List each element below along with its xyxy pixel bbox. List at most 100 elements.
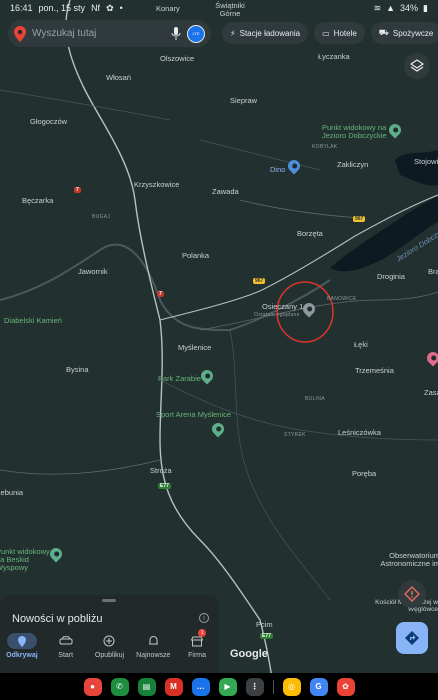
nfc-icon: Nf — [91, 2, 101, 13]
chip-label: Spożywcze — [392, 28, 434, 38]
tab-label: Opublikuj — [94, 652, 125, 659]
place-bulina: BULINA — [305, 396, 325, 402]
tab-explore[interactable]: Odkrywaj — [0, 633, 44, 659]
sheet-title: Nowości w pobliżu — [12, 613, 103, 625]
road-shield: 967 — [253, 278, 266, 284]
place-banowice: BANOWICE — [327, 296, 357, 302]
tab-label: Firma — [188, 652, 207, 659]
place-punkt-widokowy-jezioro[interactable]: Punkt widokowy na Jezioro Dobczyckie — [322, 124, 392, 140]
battery-icon: ▮ — [423, 2, 428, 13]
place-droginia: Droginia — [377, 272, 405, 281]
avatar-text: LTE — [192, 31, 200, 36]
app-drawer-icon[interactable]: ⋮ — [245, 677, 264, 696]
directions-icon — [405, 631, 419, 645]
road-shield: 7 — [157, 291, 164, 297]
chip-label: Hotele — [333, 28, 357, 38]
place-punkt-widokowy-beskid[interactable]: Punkt widokowy na Beskid Wyspowy — [0, 548, 54, 572]
place-osieczany[interactable]: Osieczany 1 — [262, 302, 303, 311]
place-glogoczow: Głogoczów — [30, 117, 68, 126]
place-braz: Braz — [428, 267, 438, 276]
place-styrek: STYREK — [284, 432, 306, 438]
chip-groceries[interactable]: ⛟ Spożywcze — [370, 22, 438, 44]
tab-start[interactable]: Start — [44, 633, 88, 659]
tab-label: Start — [58, 652, 74, 659]
category-chips: ⚡ Stacje ładowania ▭ Hotele ⛟ Spożywcze — [222, 22, 438, 44]
signal-icon: ▲ — [386, 3, 396, 13]
chip-charging-stations[interactable]: ⚡ Stacje ładowania — [222, 22, 309, 44]
place-beczarka: Bęczarka — [22, 196, 54, 205]
place-pcim: Pcim — [256, 620, 273, 629]
ev-charger-icon: ⚡ — [230, 28, 236, 38]
photos-app-icon[interactable]: ✿ — [336, 677, 355, 696]
info-icon[interactable]: i — [199, 613, 209, 623]
bed-icon: ▭ — [322, 28, 330, 38]
messages-app-icon[interactable]: … — [191, 677, 210, 696]
place-lyczanka: Łyczanka — [318, 52, 350, 61]
microphone-icon[interactable] — [171, 26, 181, 41]
road-shield: E77 — [260, 633, 273, 639]
road-shield: 7 — [74, 187, 81, 193]
place-sport-arena[interactable]: Sport Arena Myślenice — [156, 410, 231, 419]
gmail-app-icon[interactable]: M — [164, 677, 183, 696]
status-bar: 16:41 pon., 15 sty Nf ✿ • ≋ ▲ 34% ▮ — [0, 0, 438, 16]
place-bugaj: BUGAJ — [92, 214, 111, 220]
place-diabelski-kamien[interactable]: Diabelski Kamień — [4, 316, 62, 325]
gear-icon: ✿ — [106, 2, 114, 13]
chrome-app-icon[interactable]: ◎ — [282, 677, 301, 696]
bell-icon — [138, 633, 168, 649]
report-incident-button[interactable] — [398, 580, 426, 608]
tab-business[interactable]: 1 Firma — [175, 629, 219, 659]
contacts-app-icon[interactable]: ● — [83, 677, 102, 696]
place-zawada: Zawada — [212, 187, 239, 196]
wifi-icon: ≋ — [373, 2, 382, 13]
layers-button[interactable] — [404, 53, 430, 79]
car-icon — [51, 633, 81, 649]
chip-hotels[interactable]: ▭ Hotele — [314, 22, 365, 44]
road-shield: E77 — [158, 483, 171, 489]
recently-viewed-label: Ostatnio oglądane — [254, 312, 300, 318]
place-olszowice: Olszowice — [160, 54, 195, 63]
tab-publish[interactable]: Opublikuj — [88, 633, 132, 659]
place-zasar: Zasar — [424, 388, 438, 397]
place-park-zarabie[interactable]: Park Zarabie — [158, 374, 201, 383]
place-stroza: Stróża — [150, 466, 172, 475]
place-bysina: Bysina — [66, 365, 89, 374]
tab-latest[interactable]: Najnowsze — [131, 633, 175, 659]
bottom-tabs: Odkrywaj Start Opublikuj Najnowsze 1 Fir… — [0, 629, 219, 659]
place-jawornik: Jawornik — [78, 267, 108, 276]
place-lesniczowka: Leśniczówka — [338, 428, 381, 437]
place-stojowi: Stojowi — [414, 157, 438, 166]
play-app-icon[interactable]: ▶ — [218, 677, 237, 696]
avatar[interactable]: LTE — [187, 24, 205, 43]
explore-sheet[interactable]: Nowości w pobliżu i Odkrywaj Start Opubl… — [0, 595, 219, 673]
place-trzebunia: Trzebunia — [0, 488, 24, 497]
place-borzeta: Borzęta — [297, 229, 323, 238]
google-logo: Google — [230, 648, 268, 660]
store-icon: 1 — [182, 629, 212, 649]
search-input[interactable]: Wyszukaj tutaj — [32, 28, 165, 39]
place-myslenice: Myślenice — [178, 343, 212, 352]
search-bar[interactable]: Wyszukaj tutaj LTE — [8, 20, 211, 47]
warning-icon — [404, 586, 420, 602]
directions-button[interactable] — [396, 622, 428, 654]
place-obserwatorium: Obserwatorium Astronomiczne im — [380, 551, 438, 568]
dot-icon: • — [119, 2, 123, 13]
google-app-icon[interactable]: G — [309, 677, 328, 696]
phone-app-icon[interactable]: ✆ — [110, 677, 129, 696]
place-polanka: Polanka — [182, 251, 210, 260]
place-kobylak: KOBYLAK — [312, 144, 338, 150]
layers-icon — [410, 59, 424, 72]
place-siepraw: Siepraw — [230, 96, 258, 105]
sheets-app-icon[interactable]: ▤ — [137, 677, 156, 696]
status-date: pon., 15 sty — [38, 2, 86, 13]
place-wlosan: Włosań — [106, 73, 132, 82]
place-leki: Łęki — [354, 340, 368, 349]
sheet-drag-handle[interactable] — [102, 599, 116, 602]
dock-divider — [272, 679, 274, 694]
app-dock: ● ✆ ▤ M … ▶ ⋮ ◎ G ✿ — [0, 673, 438, 700]
road-shield: 967 — [353, 216, 366, 222]
notification-badge: 1 — [198, 629, 207, 637]
tab-label: Odkrywaj — [6, 652, 38, 659]
chip-label: Stacje ładowania — [239, 28, 301, 38]
place-dino[interactable]: Dino — [270, 165, 285, 174]
